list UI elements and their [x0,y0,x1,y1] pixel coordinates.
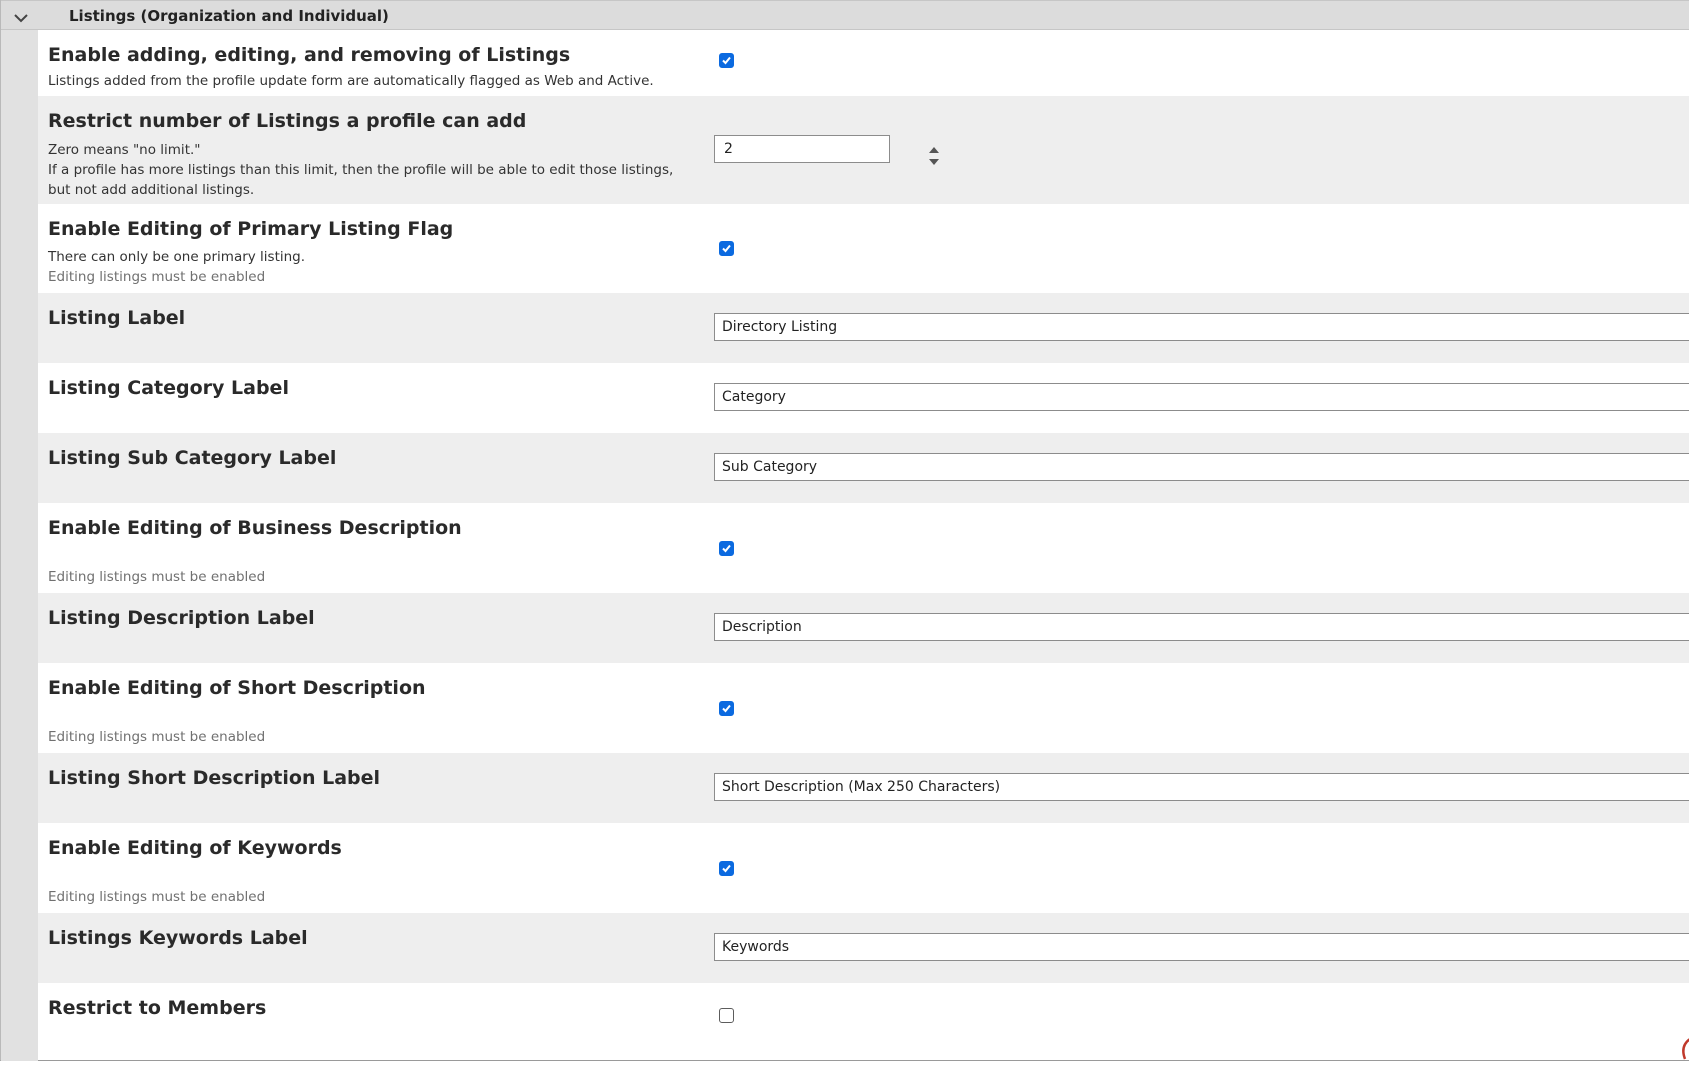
setting-note: Editing listings must be enabled [48,729,266,745]
left-gutter [1,30,38,1061]
setting-label: Listing Label [48,307,186,329]
chevron-down-icon[interactable] [13,10,29,24]
listing-label-input[interactable]: Directory Listing [714,313,1689,341]
keywords-checkbox[interactable] [719,861,734,876]
row-restrict-members: Restrict to Members [38,983,1689,1053]
setting-label: Enable Editing of Short Description [48,677,426,699]
listing-limit-input[interactable]: 2 [714,135,890,163]
setting-description: Listings added from the profile update f… [48,73,654,89]
section-title: Listings (Organization and Individual) [69,7,389,25]
row-keywords: Enable Editing of Keywords Editing listi… [38,823,1689,913]
row-primary-flag: Enable Editing of Primary Listing Flag T… [38,204,1689,293]
row-listing-label: Listing Label Directory Listing [38,293,1689,363]
row-subcategory-label: Listing Sub Category Label Sub Category [38,433,1689,503]
business-description-checkbox[interactable] [719,541,734,556]
listings-settings-panel: Listings (Organization and Individual) E… [0,0,1689,1061]
setting-note: Editing listings must be enabled [48,569,266,585]
setting-label: Restrict number of Listings a profile ca… [48,110,527,132]
description-line: Zero means "no limit." [48,142,201,158]
resize-handle-icon[interactable] [1677,1038,1689,1060]
setting-label: Enable Editing of Primary Listing Flag [48,218,454,240]
enable-listings-checkbox[interactable] [719,53,734,68]
subcategory-label-input[interactable]: Sub Category [714,453,1689,481]
setting-label: Enable Editing of Business Description [48,517,462,539]
description-line: If a profile has more listings than this… [48,162,674,198]
section-header[interactable]: Listings (Organization and Individual) [1,0,1689,30]
setting-label: Listing Category Label [48,377,289,399]
category-label-input[interactable]: Category [714,383,1689,411]
short-description-checkbox[interactable] [719,701,734,716]
setting-label: Listing Description Label [48,607,315,629]
setting-label: Listing Short Description Label [48,767,381,789]
row-enable-listings: Enable adding, editing, and removing of … [38,30,1689,96]
row-short-description: Enable Editing of Short Description Edit… [38,663,1689,753]
row-description-label: Listing Description Label Description [38,593,1689,663]
spin-up-icon[interactable] [928,139,940,153]
row-restrict-number: Restrict number of Listings a profile ca… [38,96,1689,204]
restrict-members-checkbox[interactable] [719,1008,734,1023]
setting-description: There can only be one primary listing. [48,249,306,265]
row-keywords-label: Listings Keywords Label Keywords [38,913,1689,983]
keywords-label-input[interactable]: Keywords [714,933,1689,961]
short-description-label-input[interactable]: Short Description (Max 250 Characters) [714,773,1689,801]
setting-note: Editing listings must be enabled [48,269,266,285]
primary-flag-checkbox[interactable] [719,241,734,256]
setting-description: Zero means "no limit." If a profile has … [48,140,698,200]
settings-rows: Enable adding, editing, and removing of … [38,30,1689,1053]
row-category-label: Listing Category Label Category [38,363,1689,433]
setting-label: Listings Keywords Label [48,927,308,949]
setting-note: Editing listings must be enabled [48,889,266,905]
setting-label: Restrict to Members [48,997,267,1019]
row-short-description-label: Listing Short Description Label Short De… [38,753,1689,823]
spin-down-icon[interactable] [928,152,940,165]
setting-label: Listing Sub Category Label [48,447,337,469]
row-business-description: Enable Editing of Business Description E… [38,503,1689,593]
setting-label: Enable Editing of Keywords [48,837,342,859]
description-label-input[interactable]: Description [714,613,1689,641]
setting-label: Enable adding, editing, and removing of … [48,44,571,66]
